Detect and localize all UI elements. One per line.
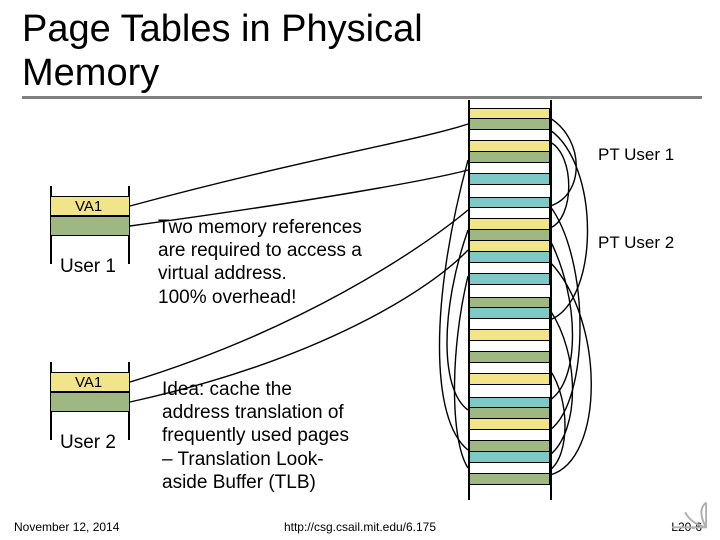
label-user-2: User 2 [60,432,116,454]
memory-cell [468,463,550,474]
memory-cell [468,230,550,241]
memory-cell [468,208,550,219]
memory-cell [468,130,550,141]
memory-cell [468,419,550,430]
memory-cell [468,452,550,463]
memory-cell [468,119,550,130]
memory-cell [468,330,550,341]
memory-cell [468,297,550,308]
memory-cell [468,197,550,208]
box-user1-bot [50,216,130,236]
memory-cell [468,274,550,285]
memory-cell [468,219,550,230]
slide-title: Page Tables in Physical Memory [22,8,423,95]
memory-cell [468,108,550,119]
memory-cell [468,430,550,441]
memory-cell [468,152,550,163]
memory-cell [468,319,550,330]
memory-cell [468,308,550,319]
para-tlb: Idea: cache the address translation of f… [162,378,349,494]
label-va1-b: VA1 [75,374,102,391]
memory-cell [468,174,550,185]
memory-cell [468,408,550,419]
memory-cell [468,397,550,408]
label-pt-user-2: PT User 2 [598,233,674,253]
memory-cell [468,363,550,374]
memory-cell [468,441,550,452]
label-user-1: User 1 [60,256,116,278]
memory-cell [468,241,550,252]
para-overhead: Two memory references are required to ac… [158,216,362,309]
memory-cell [468,163,550,174]
memory-cell [468,263,550,274]
footer-url: http://csg.csail.mit.edu/6.175 [0,520,720,534]
memory-cell [468,141,550,152]
memory-cell [468,252,550,263]
title-line2: Memory [22,52,159,94]
page-corner-icon [670,500,708,530]
memory-cell [468,352,550,363]
label-va1-a: VA1 [75,198,102,215]
label-pt-user-1: PT User 1 [598,145,674,165]
box-user2-bot [50,392,130,412]
memory-cell [468,341,550,352]
title-line1: Page Tables in Physical [22,8,423,50]
memory-cell [468,374,550,385]
memory-cell [468,474,550,485]
